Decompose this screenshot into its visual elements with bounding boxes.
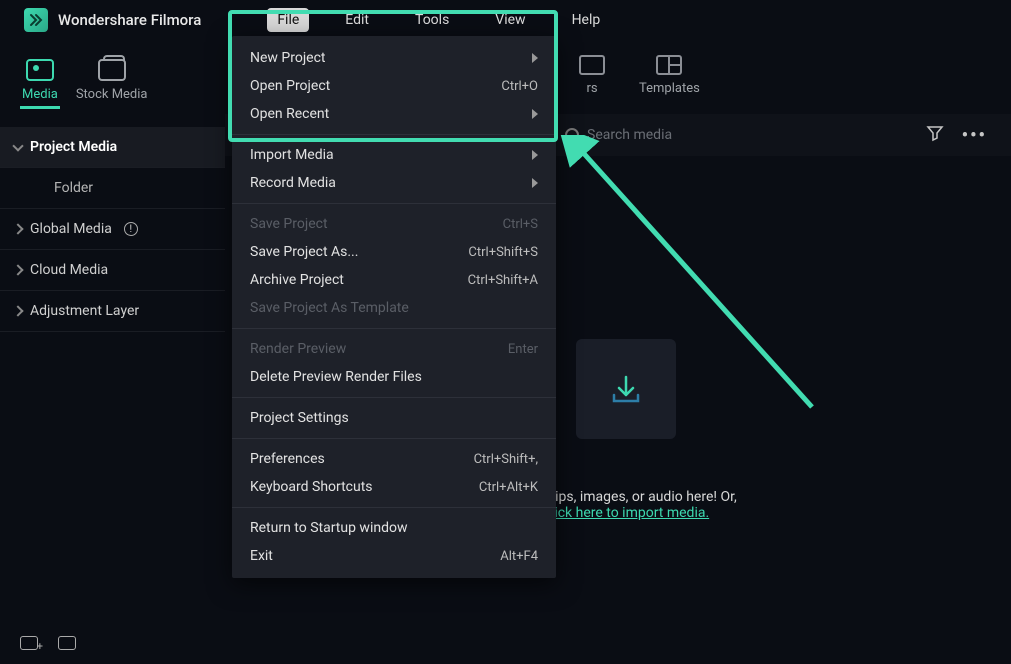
- menu-item-label: Preferences: [250, 451, 325, 467]
- import-link[interactable]: Click here to import media.: [542, 505, 709, 521]
- submenu-arrow-icon: [532, 178, 538, 188]
- menu-shortcut: Enter: [508, 342, 538, 357]
- menu-item-render-preview: Render Preview Enter: [232, 335, 556, 363]
- file-menu-dropdown: New Project Open Project Ctrl+O Open Recent…: [232, 36, 556, 578]
- search-input[interactable]: Search media: [565, 127, 908, 143]
- menu-tools[interactable]: Tools: [405, 8, 459, 32]
- sidebar: Media Stock Media Project Media Folder G…: [0, 40, 225, 664]
- menu-item-import-media[interactable]: Import Media: [232, 141, 556, 169]
- menu-shortcut: Ctrl+Shift+,: [474, 452, 538, 467]
- chevron-down-icon: [12, 140, 23, 151]
- menu-item-label: Save Project As...: [250, 244, 358, 260]
- menu-item-delete-preview-render-files[interactable]: Delete Preview Render Files: [232, 363, 556, 391]
- menu-item-open-project[interactable]: Open Project Ctrl+O: [232, 72, 556, 100]
- tab-partial[interactable]: rs: [579, 55, 605, 96]
- menu-item-label: Project Settings: [250, 410, 349, 426]
- folder-icon[interactable]: [58, 636, 76, 650]
- sidebar-adjustment-layer[interactable]: Adjustment Layer: [0, 291, 225, 332]
- more-icon[interactable]: •••: [962, 125, 987, 146]
- sidebar-cloud-media[interactable]: Cloud Media: [0, 250, 225, 291]
- menu-help[interactable]: Help: [562, 8, 611, 32]
- project-media-label: Project Media: [30, 139, 117, 155]
- menu-shortcut: Ctrl+O: [501, 79, 538, 94]
- generic-tab-icon: [579, 55, 605, 75]
- adjustment-label: Adjustment Layer: [30, 303, 139, 319]
- menu-separator: [232, 438, 556, 439]
- menu-item-label: Record Media: [250, 175, 336, 191]
- sidebar-folder[interactable]: Folder: [0, 168, 225, 209]
- search-icon: [565, 128, 579, 142]
- chevron-right-icon: [12, 305, 23, 316]
- menu-shortcut: Ctrl+S: [503, 217, 538, 232]
- menu-item-label: New Project: [250, 50, 326, 66]
- global-media-label: Global Media: [30, 221, 112, 237]
- menu-item-return-to-startup-window[interactable]: Return to Startup window: [232, 514, 556, 542]
- menu-item-label: Open Project: [250, 78, 330, 94]
- menubar: File Edit Tools View Help: [267, 8, 610, 32]
- menu-item-label: Keyboard Shortcuts: [250, 479, 373, 495]
- menu-item-keyboard-shortcuts[interactable]: Keyboard Shortcuts Ctrl+Alt+K: [232, 473, 556, 501]
- tab-stock-media[interactable]: Stock Media: [74, 55, 150, 109]
- menu-shortcut: Alt+F4: [500, 549, 538, 564]
- tab-label-templates: Templates: [639, 81, 700, 96]
- menu-shortcut: Ctrl+Alt+K: [479, 480, 538, 495]
- sidebar-global-media[interactable]: Global Media !: [0, 209, 225, 250]
- menu-item-new-project[interactable]: New Project: [232, 44, 556, 72]
- tab-label-partial: rs: [586, 81, 597, 96]
- menu-shortcut: Ctrl+Shift+A: [468, 273, 538, 288]
- stock-icon: [98, 59, 126, 81]
- menu-item-save-project-as-template: Save Project As Template: [232, 294, 556, 322]
- menu-item-label: Save Project As Template: [250, 300, 409, 316]
- menu-item-label: Import Media: [250, 147, 334, 163]
- cloud-media-label: Cloud Media: [30, 262, 108, 278]
- media-icon: [26, 59, 54, 81]
- menu-item-label: Return to Startup window: [250, 520, 407, 536]
- folder-label: Folder: [54, 180, 93, 196]
- menu-item-label: Open Recent: [250, 106, 329, 122]
- menu-item-label: Exit: [250, 548, 273, 564]
- menu-item-label: Delete Preview Render Files: [250, 369, 422, 385]
- chevron-right-icon: [12, 223, 23, 234]
- menu-edit[interactable]: Edit: [335, 8, 379, 32]
- menu-separator: [232, 507, 556, 508]
- sidebar-project-media[interactable]: Project Media: [0, 127, 225, 168]
- app-logo: [24, 8, 48, 32]
- menu-separator: [232, 328, 556, 329]
- templates-icon: [656, 55, 682, 75]
- menu-item-open-recent[interactable]: Open Recent: [232, 100, 556, 128]
- tab-media-label: Media: [22, 87, 58, 102]
- app-title: Wondershare Filmora: [58, 11, 201, 29]
- info-icon: !: [124, 222, 138, 236]
- import-button[interactable]: [576, 339, 676, 439]
- submenu-arrow-icon: [532, 150, 538, 160]
- menu-view[interactable]: View: [485, 8, 535, 32]
- chevron-right-icon: [12, 264, 23, 275]
- menu-item-save-project-as[interactable]: Save Project As... Ctrl+Shift+S: [232, 238, 556, 266]
- menu-shortcut: Ctrl+Shift+S: [468, 245, 538, 260]
- search-placeholder: Search media: [587, 127, 672, 143]
- menu-file[interactable]: File: [267, 8, 309, 32]
- menu-item-record-media[interactable]: Record Media: [232, 169, 556, 197]
- tab-media[interactable]: Media: [20, 55, 60, 109]
- menu-item-preferences[interactable]: Preferences Ctrl+Shift+,: [232, 445, 556, 473]
- menu-item-label: Archive Project: [250, 272, 344, 288]
- menu-separator: [232, 397, 556, 398]
- menu-item-label: Render Preview: [250, 341, 346, 357]
- menu-item-project-settings[interactable]: Project Settings: [232, 404, 556, 432]
- menu-separator: [232, 203, 556, 204]
- titlebar: Wondershare Filmora File Edit Tools View…: [0, 0, 1011, 40]
- submenu-arrow-icon: [532, 109, 538, 119]
- menu-item-archive-project[interactable]: Archive Project Ctrl+Shift+A: [232, 266, 556, 294]
- submenu-arrow-icon: [532, 53, 538, 63]
- filter-icon[interactable]: [926, 124, 944, 146]
- new-folder-icon[interactable]: [20, 636, 38, 650]
- menu-separator: [232, 134, 556, 135]
- menu-item-label: Save Project: [250, 216, 328, 232]
- tab-stock-label: Stock Media: [76, 87, 148, 102]
- menu-item-save-project: Save Project Ctrl+S: [232, 210, 556, 238]
- tab-templates[interactable]: Templates: [639, 55, 700, 96]
- menu-item-exit[interactable]: Exit Alt+F4: [232, 542, 556, 570]
